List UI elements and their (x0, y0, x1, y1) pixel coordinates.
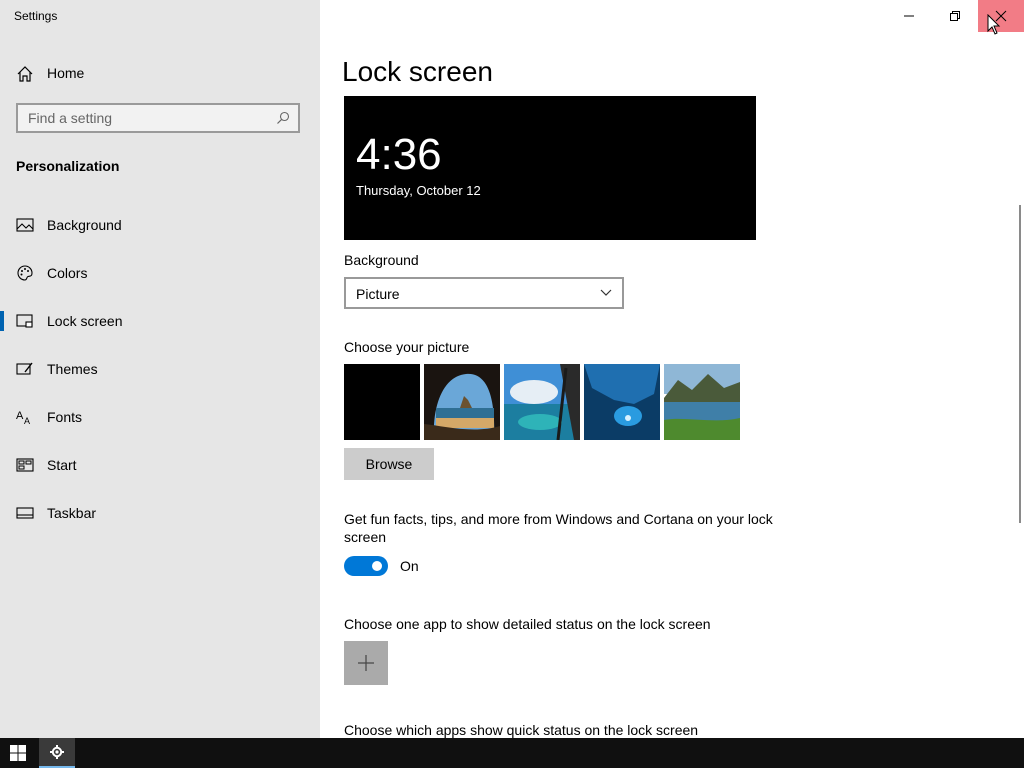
vertical-scrollbar[interactable] (1019, 205, 1021, 523)
sidebar-item-label: Background (47, 217, 122, 233)
minimize-button[interactable] (886, 0, 932, 32)
fun-facts-toggle[interactable] (344, 556, 388, 576)
palette-icon (17, 265, 33, 281)
svg-text:A: A (24, 416, 30, 426)
choose-picture-label: Choose your picture (344, 339, 470, 355)
quick-status-label: Choose which apps show quick status on t… (344, 722, 699, 738)
sidebar-item-start[interactable]: Start (0, 445, 320, 485)
sidebar-item-taskbar[interactable]: Taskbar (0, 493, 320, 533)
plus-icon (358, 655, 374, 671)
home-label: Home (47, 65, 85, 81)
search-icon[interactable] (276, 111, 290, 125)
preview-time: 4:36 (356, 130, 442, 179)
home-nav-item[interactable]: Home (0, 60, 320, 88)
sidebar-item-label: Taskbar (47, 505, 97, 521)
page-title: Lock screen (342, 56, 493, 87)
picture-thumbnail-mountain-lake[interactable] (664, 364, 740, 440)
start-icon (16, 458, 34, 472)
lock-screen-preview: 4:36 Thursday, October 12 (344, 96, 756, 240)
search-box[interactable] (16, 103, 300, 133)
sidebar-item-label: Lock screen (47, 313, 123, 329)
picture-thumbnail-ice-cave[interactable] (584, 364, 660, 440)
taskbar (0, 738, 1024, 768)
ocean-window-image (504, 364, 580, 440)
browse-button[interactable]: Browse (344, 448, 434, 480)
home-icon (17, 66, 33, 82)
mouse-pointer-icon (987, 14, 1001, 35)
ice-cave-image (584, 364, 660, 440)
sidebar-item-label: Start (47, 457, 77, 473)
taskbar-settings-app[interactable] (39, 738, 75, 768)
windows-logo-icon (10, 745, 26, 761)
background-label: Background (344, 252, 419, 268)
sidebar: Settings Home Personalization Background… (0, 0, 320, 738)
sidebar-item-label: Fonts (47, 409, 83, 425)
background-dropdown-value: Picture (356, 286, 400, 302)
svg-text:A: A (16, 410, 24, 422)
taskbar-icon (16, 507, 34, 519)
lock-screen-icon (16, 314, 33, 328)
section-title: Personalization (16, 158, 120, 174)
search-input[interactable] (18, 105, 288, 131)
sidebar-item-lock-screen[interactable]: Lock screen (0, 301, 320, 341)
sidebar-item-colors[interactable]: Colors (0, 253, 320, 293)
sidebar-item-label: Themes (47, 361, 98, 377)
picture-icon (16, 218, 34, 232)
picture-thumbnail-ocean-window[interactable] (504, 364, 580, 440)
cave-beach-image (424, 364, 500, 440)
window-title: Settings (14, 9, 58, 23)
sidebar-item-background[interactable]: Background (0, 205, 320, 245)
sidebar-item-fonts[interactable]: A A Fonts (0, 397, 320, 437)
active-indicator (0, 311, 4, 331)
preview-date: Thursday, October 12 (356, 183, 481, 198)
fonts-icon: A A (16, 410, 30, 426)
picture-thumbnail-black[interactable] (344, 364, 420, 440)
picture-thumbnail-cave-beach[interactable] (424, 364, 500, 440)
fun-facts-description: Get fun facts, tips, and more from Windo… (344, 511, 773, 545)
add-detailed-status-app-button[interactable] (344, 641, 388, 685)
background-dropdown[interactable]: Picture (344, 277, 624, 309)
themes-icon (16, 362, 33, 375)
chevron-down-icon (600, 289, 612, 296)
sidebar-item-themes[interactable]: Themes (0, 349, 320, 389)
sidebar-item-label: Colors (47, 265, 88, 281)
toggle-knob (372, 561, 382, 571)
restore-icon (950, 11, 960, 21)
restore-button[interactable] (932, 0, 978, 32)
start-button[interactable] (0, 738, 36, 768)
mountain-lake-image (664, 364, 740, 440)
detailed-status-label: Choose one app to show detailed status o… (344, 616, 711, 632)
gear-icon (50, 745, 64, 759)
minimize-icon (904, 15, 914, 17)
toggle-state-label: On (400, 558, 419, 574)
